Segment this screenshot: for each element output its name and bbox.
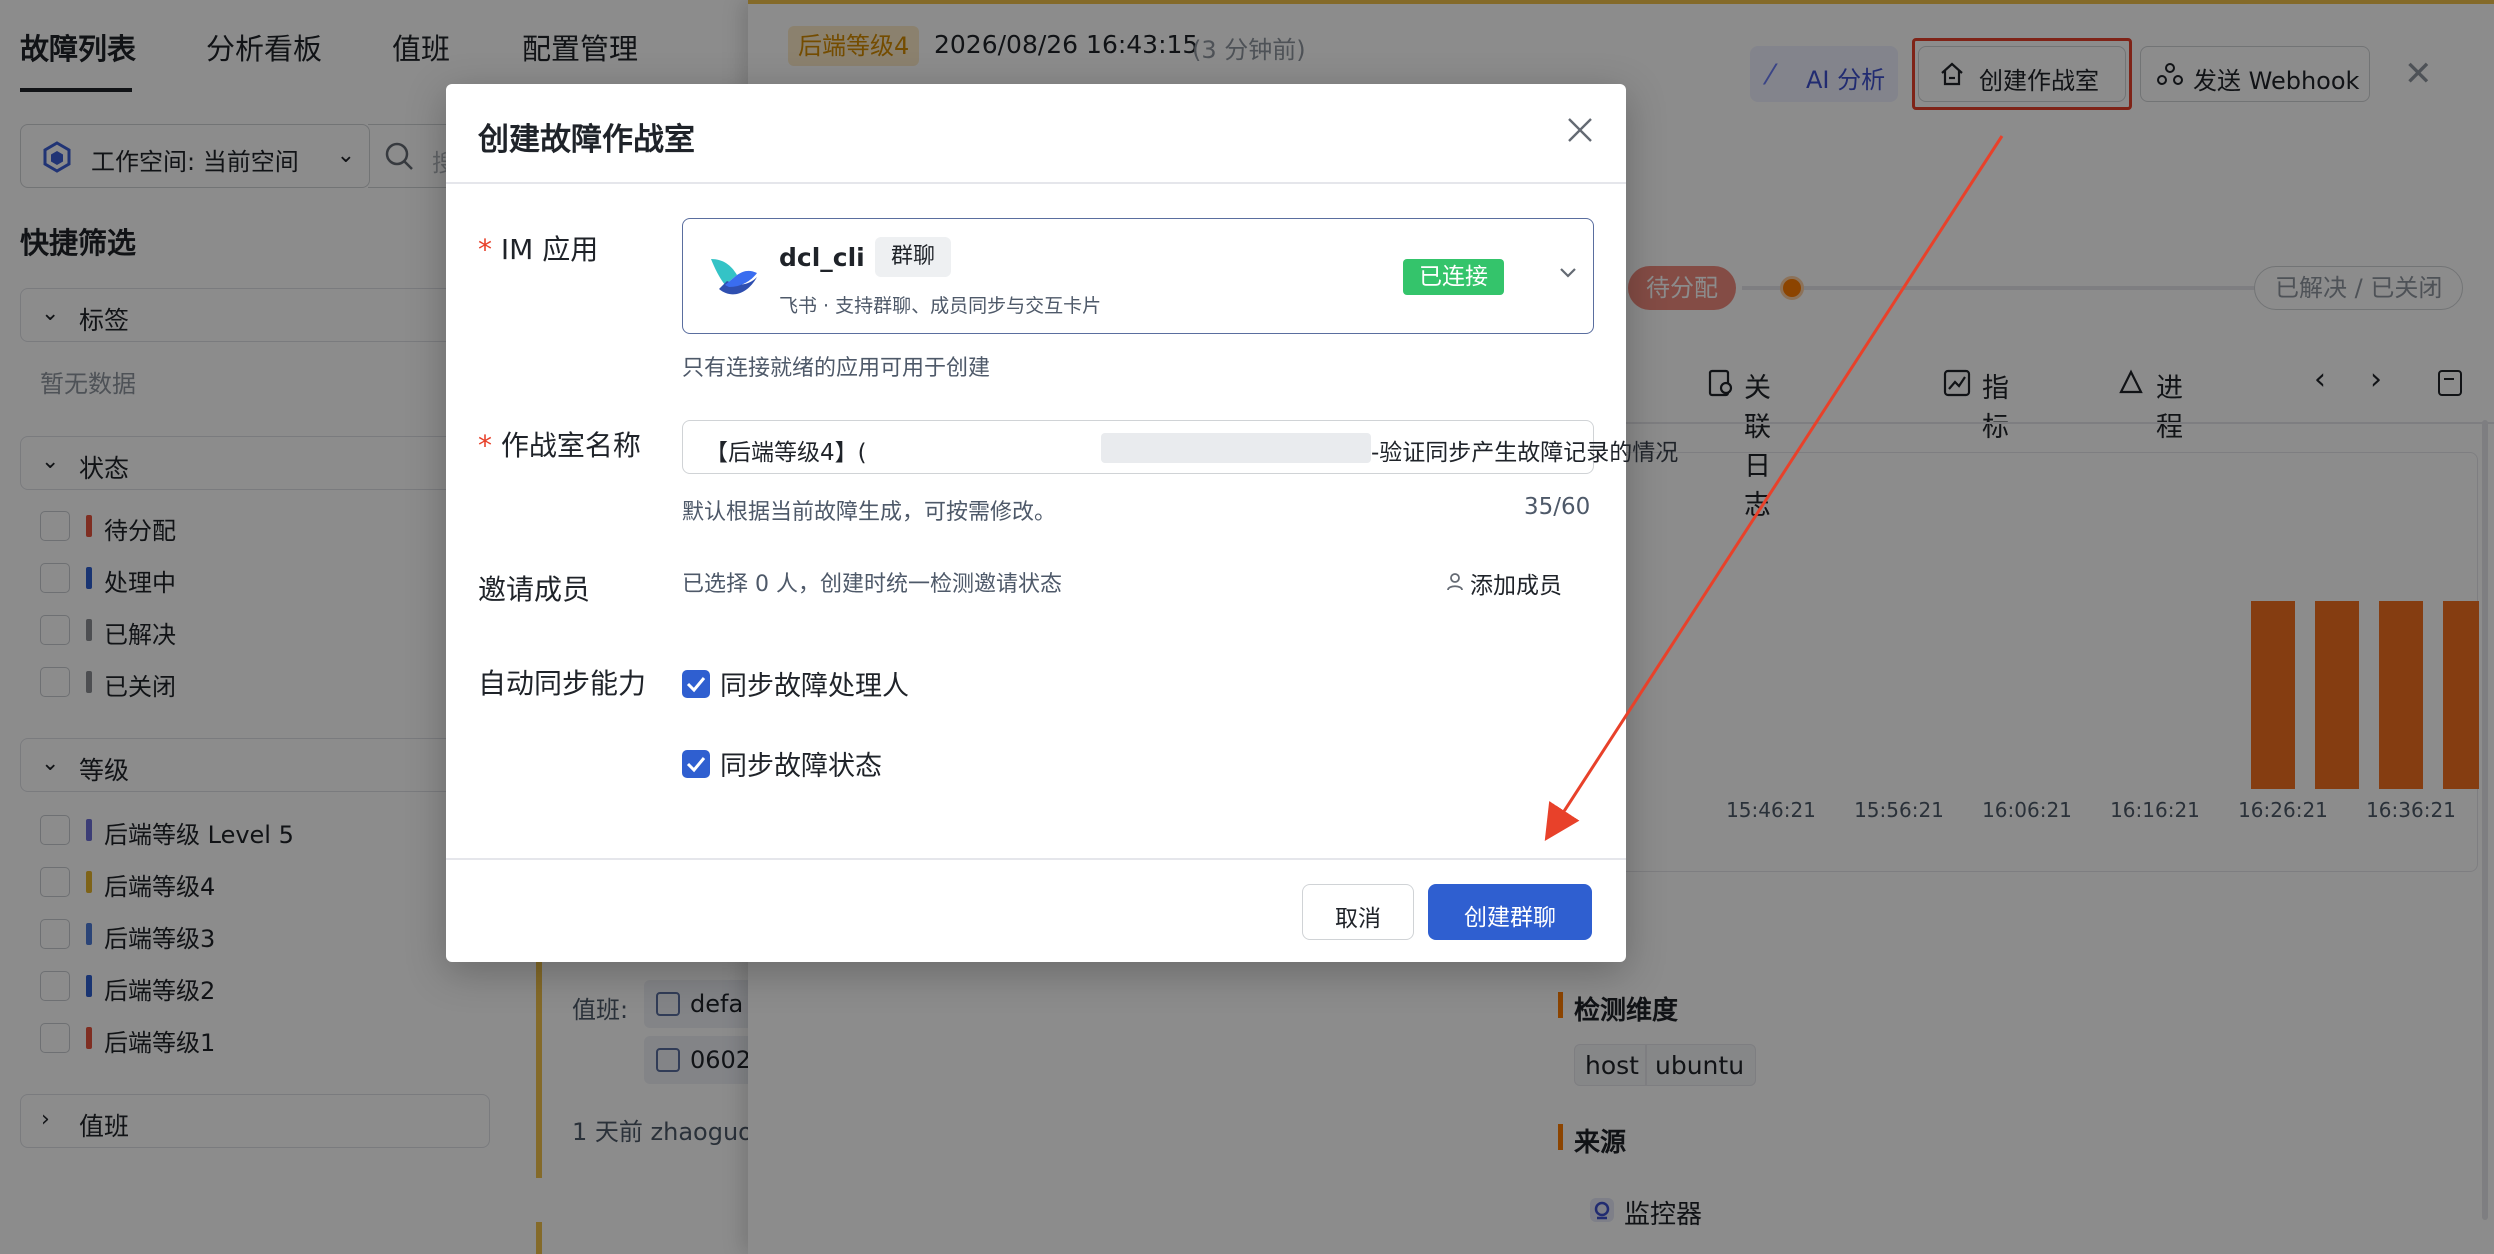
create-war-room-modal: 创建故障作战室 * IM 应用 dcl_cli 群聊 飞书 · 支持群聊、成员同…: [446, 84, 1678, 962]
button-label: 创建群聊: [1464, 905, 1556, 931]
room-name-hint: 默认根据当前故障生成，可按需修改。: [682, 500, 1057, 525]
close-icon[interactable]: [1564, 114, 1596, 146]
im-app-desc: 飞书 · 支持群聊、成员同步与交互卡片: [779, 295, 1102, 317]
sync-assignee-label[interactable]: 同步故障处理人: [720, 664, 909, 703]
im-app-label: * IM 应用: [478, 233, 599, 266]
add-member-button[interactable]: 添加成员: [1470, 566, 1562, 600]
room-name-suffix: -验证同步产生故障记录的情况: [1371, 440, 1679, 466]
room-name-label: * 作战室名称: [478, 429, 641, 462]
modal-footer-divider: [446, 858, 1626, 860]
modal-title: 创建故障作战室: [478, 122, 695, 158]
auto-sync-label: 自动同步能力: [478, 667, 647, 700]
room-name-prefix: 【后端等级4】(: [705, 440, 867, 466]
invite-hint: 已选择 0 人，创建时统一检测邀请状态: [682, 572, 1062, 597]
connection-status-badge: 已连接: [1403, 259, 1504, 295]
cancel-button[interactable]: 取消: [1302, 884, 1414, 940]
sync-status-checkbox[interactable]: [682, 750, 710, 778]
check-icon: [686, 757, 706, 773]
chevron-down-icon: [1560, 268, 1576, 278]
sync-assignee-checkbox[interactable]: [682, 670, 710, 698]
room-name-counter: 35/60: [1524, 494, 1591, 520]
check-icon: [686, 677, 706, 693]
im-app-type-chip: 群聊: [875, 237, 952, 277]
im-app-select[interactable]: dcl_cli 群聊 飞书 · 支持群聊、成员同步与交互卡片 已连接: [682, 218, 1594, 334]
modal-header-divider: [446, 182, 1626, 184]
im-app-hint: 只有连接就绪的应用可用于创建: [682, 356, 991, 381]
room-name-input[interactable]: 【后端等级4】( -验证同步产生故障记录的情况: [682, 420, 1678, 474]
invite-members-label: 邀请成员: [478, 573, 591, 606]
button-label: 取消: [1335, 906, 1381, 932]
feishu-logo-icon: [711, 259, 757, 295]
create-group-chat-button[interactable]: 创建群聊: [1428, 884, 1592, 940]
add-user-icon: [1447, 573, 1463, 591]
sync-status-label[interactable]: 同步故障状态: [720, 744, 882, 783]
im-app-name: dcl_cli: [779, 243, 865, 272]
redacted-text: [1101, 433, 1371, 463]
